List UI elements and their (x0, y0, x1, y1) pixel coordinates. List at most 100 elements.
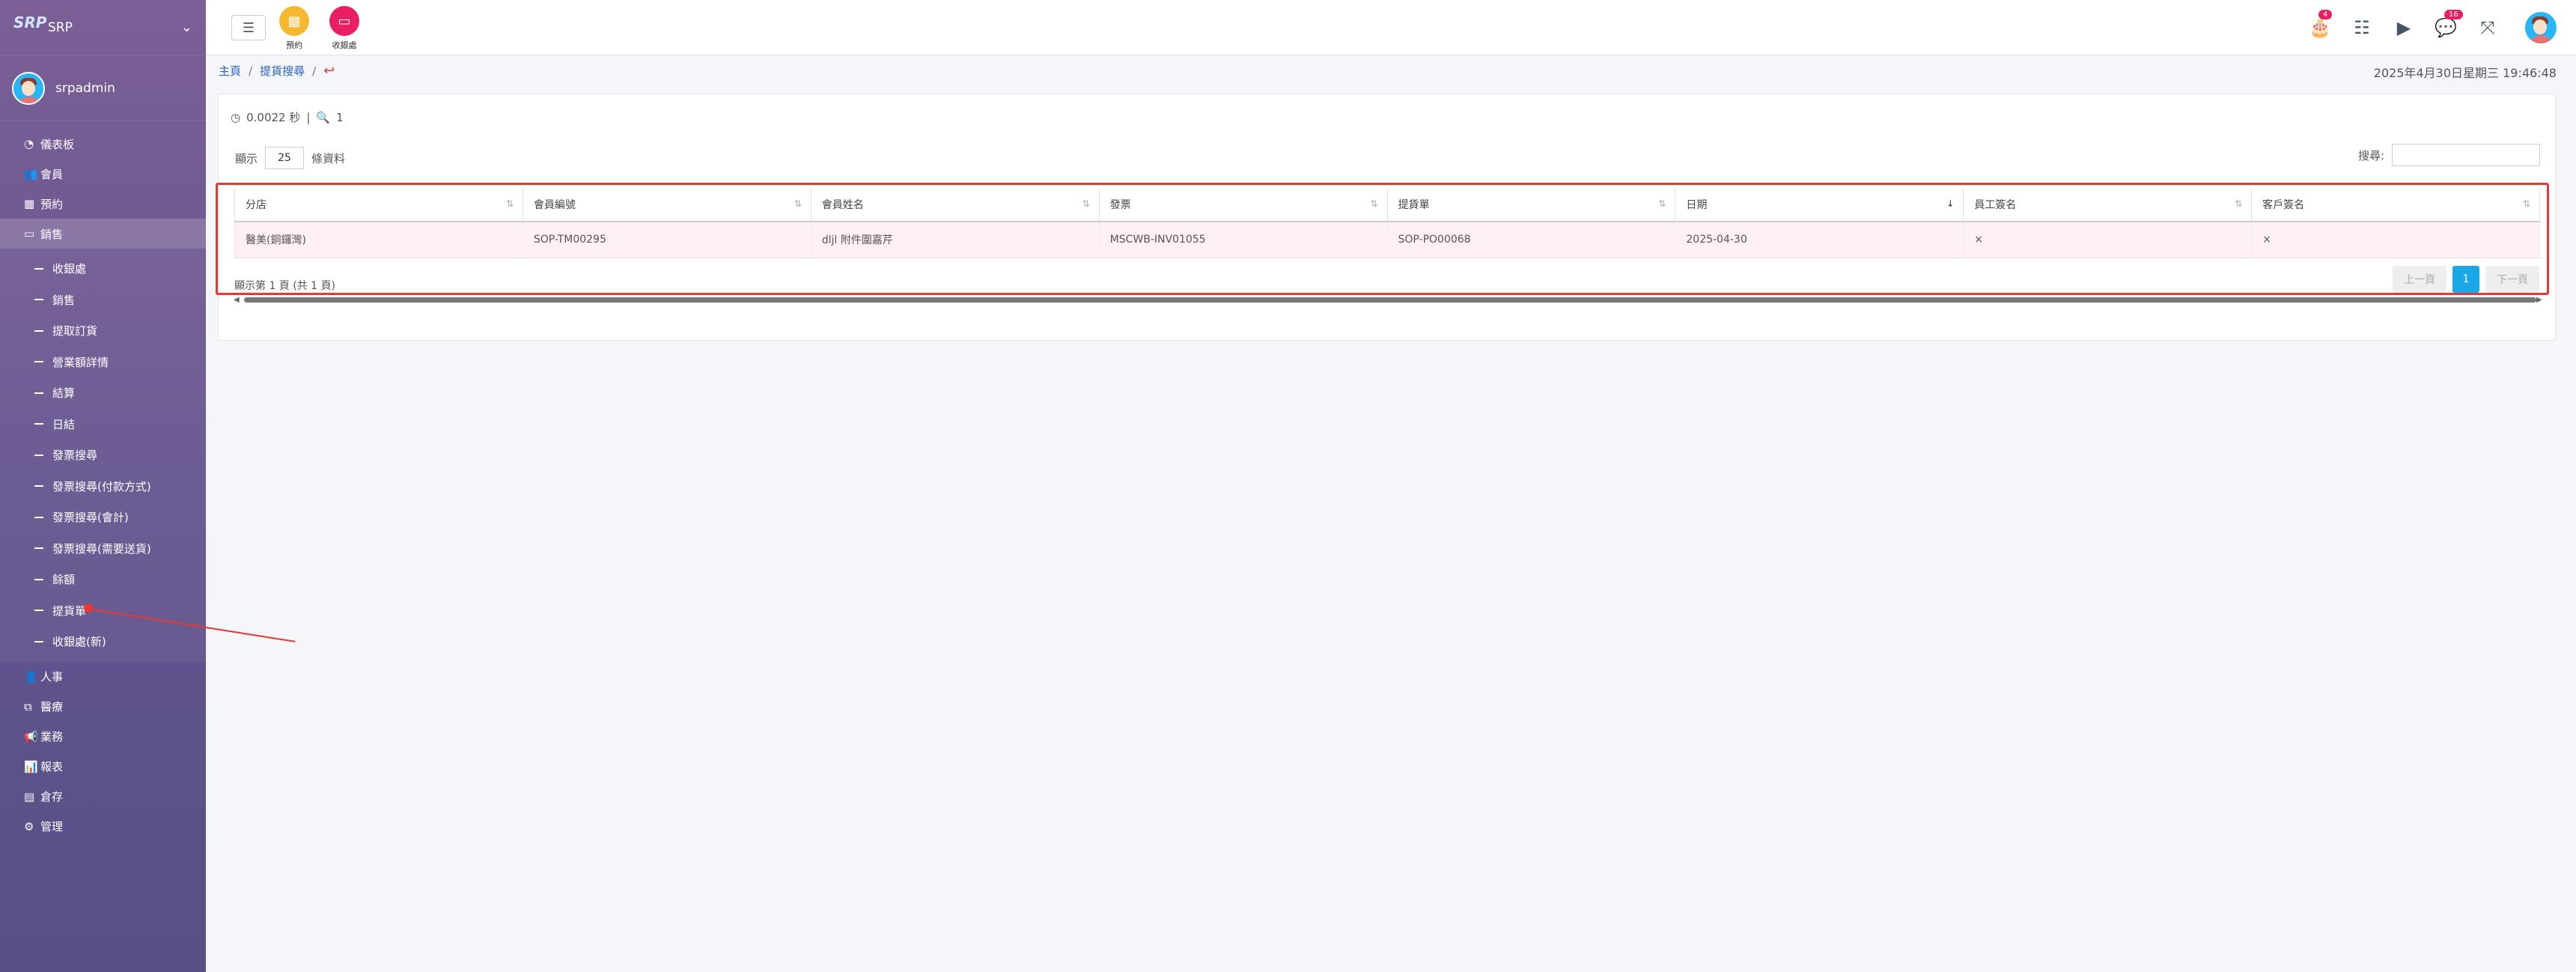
cell-member-name: dljl 附件圍嘉芹 (811, 222, 1100, 258)
brand-name: SRP (48, 19, 73, 35)
quick-booking-button[interactable]: ▦ 預約 (272, 6, 317, 51)
scroll-left-icon[interactable]: ◀ (234, 296, 244, 304)
video-icon[interactable]: ▶ (2383, 17, 2425, 38)
cell-customer-signature: × (2251, 222, 2540, 258)
column-header[interactable]: 分店 ⇅ (234, 188, 523, 222)
calendar-icon: ▦ (24, 197, 35, 210)
chevron-down-icon[interactable]: ⌄ (181, 19, 192, 35)
sidebar-item-medical[interactable]: ⧉ 醫療 (0, 692, 206, 722)
cell-invoice: MSCWB-INV01055 (1099, 222, 1388, 258)
column-header[interactable]: 員工簽名 ⇅ (1963, 188, 2253, 222)
table-info: 顯示第 1 頁 (共 1 頁) (234, 280, 335, 292)
back-icon[interactable]: ↩ (323, 63, 335, 79)
sidebar-subitem[interactable]: 營業額詳情 (0, 347, 206, 378)
sidebar-item-hr[interactable]: 👤 人事 (0, 662, 206, 692)
sort-icon: ⇅ (1658, 198, 1666, 209)
brand[interactable]: SRP SRP ⌄ (0, 0, 206, 55)
sidebar-item-admin[interactable]: ⚙ 管理 (0, 812, 206, 842)
column-header[interactable]: 會員姓名 ⇅ (811, 188, 1100, 222)
topbar: ☰ ▦ 預約 ▭ 收銀處 🎂 4 ☷ ▶ 💬 16 ⤧ (206, 0, 2576, 55)
pagination: 上一頁 1 下一頁 (2393, 266, 2539, 293)
quick-cashier-button[interactable]: ▭ 收銀處 (322, 6, 367, 51)
sort-icon: ⇅ (794, 198, 802, 209)
cell-member-id: SOP-TM00295 (523, 222, 812, 258)
search-input[interactable] (2392, 144, 2540, 166)
sidebar-subitem[interactable]: 結算 (0, 377, 206, 409)
task-list-icon[interactable]: ☷ (2341, 17, 2383, 38)
person-icon: 👤 (24, 669, 38, 684)
birthday-badge: 4 (2318, 10, 2333, 19)
avatar (12, 71, 45, 105)
sales-submenu: 收銀處 銷售 提取訂貨 營業額詳情 結算 日結 發票搜尋 發票搜尋(付款方式) … (0, 249, 206, 662)
breadcrumb-home[interactable]: 主頁 (219, 63, 241, 79)
sidebar-subitem[interactable]: 日結 (0, 409, 206, 440)
sidebar-subitem[interactable]: 收銀處 (0, 253, 206, 285)
cell-staff-signature: × (1963, 222, 2253, 258)
sidebar-subitem[interactable]: 發票搜尋(會計) (0, 502, 206, 533)
breadcrumb-page[interactable]: 提貨搜尋 (260, 63, 305, 79)
chart-icon: 📊 (24, 759, 38, 774)
prev-page-button[interactable]: 上一頁 (2393, 266, 2446, 293)
column-header[interactable]: 發票 ⇅ (1099, 188, 1388, 222)
column-header[interactable]: 提貨單 ⇅ (1387, 188, 1676, 222)
chat-badge: 16 (2444, 10, 2463, 19)
sort-icon: ⇅ (2522, 198, 2530, 209)
next-page-button[interactable]: 下一頁 (2485, 266, 2539, 293)
sidebar-item-dashboard[interactable]: ◔ 儀表板 (0, 129, 206, 159)
sort-icon: ⇅ (1082, 198, 1090, 209)
user-name: srpadmin (55, 80, 115, 96)
sidebar: SRP SRP ⌄ srpadmin ◔ 儀表板 👥 會員 ▦ 預約 ▭ 銷售 收銀處 … (0, 0, 206, 972)
fullscreen-icon[interactable]: ⤧ (2467, 17, 2509, 38)
clock-icon: ◷ (231, 110, 241, 124)
cell-delivery-note: SOP-PO00068 (1387, 222, 1676, 258)
sidebar-subitem[interactable]: 餘額 (0, 564, 206, 595)
sidebar-item-sales[interactable]: ▭ 銷售 (0, 219, 206, 249)
sort-icon: ⇅ (505, 198, 514, 209)
sidebar-nav: ◔ 儀表板 👥 會員 ▦ 預約 ▭ 銷售 收銀處 銷售 提取訂貨 營業額詳情 結算 日結… (0, 121, 206, 842)
column-header[interactable]: 會員編號 ⇅ (523, 188, 812, 222)
cell-branch: 醫美(銅鑼灣) (234, 222, 523, 258)
cell-date: 2025-04-30 (1675, 222, 1964, 258)
page-length-select[interactable]: 25 (265, 147, 305, 169)
results-table: 分店 ⇅ 會員編號 ⇅ 會員姓名 ⇅ 發票 ⇅ 提貨單 ⇅ 日期 ↓ 員工簽名 ⇅ 客戶簽名 ⇅… (234, 188, 2540, 258)
user-panel[interactable]: srpadmin (0, 55, 206, 121)
menu-icon: ☰ (242, 19, 255, 36)
sidebar-item-business[interactable]: 📢 業務 (0, 722, 206, 752)
calendar-icon: ▦ (279, 6, 309, 36)
brand-logo: SRP (13, 13, 47, 31)
sidebar-item-reports[interactable]: 📊 報表 (0, 752, 206, 782)
dashboard-icon: ◔ (24, 137, 34, 151)
column-header[interactable]: 日期 ↓ (1675, 188, 1964, 222)
sidebar-item-members[interactable]: 👥 會員 (0, 159, 206, 189)
sidebar-item-stock[interactable]: ▤ 倉存 (0, 782, 206, 812)
breadcrumb: 主頁 / 提貨搜尋 / ↩ (219, 63, 335, 79)
user-avatar[interactable] (2524, 10, 2558, 45)
chat-icon[interactable]: 💬 16 (2425, 10, 2467, 38)
scroll-right-icon[interactable]: ▶ (2536, 296, 2547, 304)
scrollbar-thumb[interactable] (244, 297, 2536, 303)
sidebar-subitem[interactable]: 發票搜尋(需要送貨) (0, 533, 206, 565)
column-header[interactable]: 客戶簽名 ⇅ (2251, 188, 2540, 222)
sidebar-subitem[interactable]: 發票搜尋(付款方式) (0, 471, 206, 502)
table-search: 搜尋: (2358, 144, 2540, 166)
hamburger-menu-button[interactable]: ☰ (231, 15, 266, 40)
page-length: 顯示 25 條資料 (235, 147, 345, 169)
sort-icon: ⇅ (1370, 198, 1378, 209)
results-card: ◷ 0.0022 秒 | 🔍 1 顯示 25 條資料 搜尋: 分店 ⇅ 會員編號 ⇅… (216, 94, 2556, 341)
money-icon: ▭ (24, 227, 35, 240)
medical-icon: ⧉ (24, 699, 32, 714)
birthday-cake-icon[interactable]: 🎂 4 (2299, 10, 2341, 38)
current-datetime: 2025年4月30日星期三 19:46:48 (2373, 66, 2557, 80)
sidebar-item-booking[interactable]: ▦ 預約 (0, 189, 206, 219)
horizontal-scrollbar[interactable]: ◀ ▶ (234, 295, 2547, 304)
sidebar-subitem[interactable]: 收銀處(新) (0, 626, 206, 657)
cashier-icon: ▭ (329, 6, 359, 36)
sidebar-subitem[interactable]: 發票搜尋 (0, 440, 206, 471)
warehouse-icon: ▤ (24, 789, 35, 804)
sidebar-subitem[interactable]: 提取訂貨 (0, 315, 206, 347)
page-1-button[interactable]: 1 (2452, 266, 2479, 293)
megaphone-icon: 📢 (24, 729, 38, 744)
sidebar-subitem[interactable]: 銷售 (0, 285, 206, 316)
search-icon: 🔍 (316, 110, 331, 124)
table-row[interactable]: 醫美(銅鑼灣) SOP-TM00295 dljl 附件圍嘉芹 MSCWB-INV… (234, 222, 2540, 258)
